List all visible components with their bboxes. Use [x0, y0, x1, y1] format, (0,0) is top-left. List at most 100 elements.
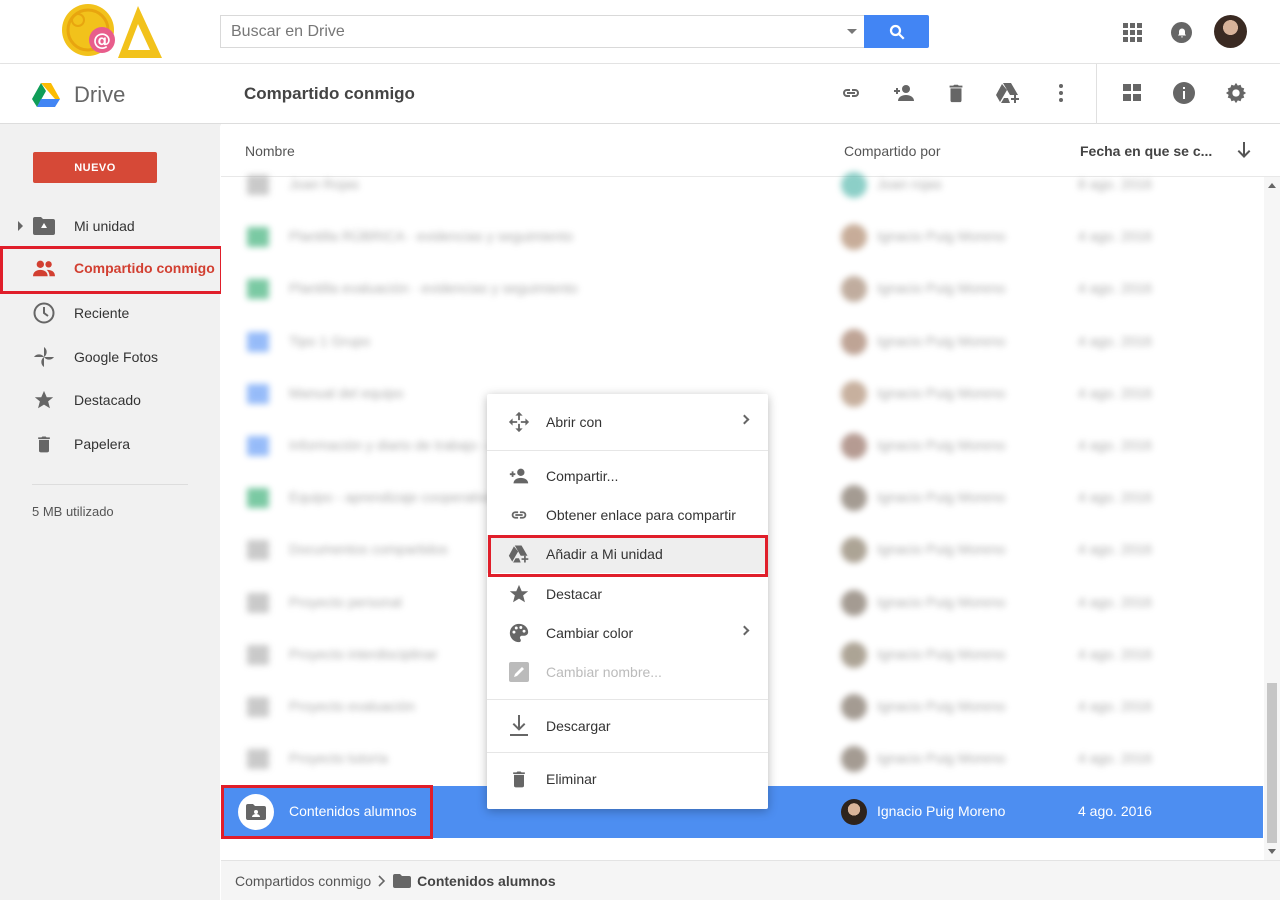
file-date: 4 ago. 2016 — [1078, 437, 1152, 453]
menu-item-delete[interactable]: Eliminar — [487, 760, 768, 798]
storage-usage[interactable]: 5 MB utilizado — [32, 504, 114, 519]
bell-icon[interactable] — [1171, 22, 1192, 43]
trash-icon — [508, 768, 530, 790]
sidebar-item-starred[interactable]: Destacado — [0, 380, 220, 420]
scroll-down-icon[interactable] — [1268, 849, 1276, 854]
owner-avatar — [841, 433, 867, 459]
file-date: 8 ago. 2016 — [1078, 176, 1152, 192]
search-button[interactable] — [864, 15, 929, 48]
menu-item-get-link[interactable]: Obtener enlace para compartir — [487, 496, 768, 534]
owner-avatar — [841, 224, 867, 251]
sidebar-item-trash[interactable]: Papelera — [0, 424, 220, 464]
file-type-icon — [247, 383, 269, 404]
chevron-right-icon — [739, 625, 750, 636]
scroll-up-icon[interactable] — [1268, 183, 1276, 188]
column-shared-by[interactable]: Compartido por — [844, 143, 941, 159]
search-input[interactable]: Buscar en Drive — [220, 15, 865, 48]
table-row[interactable]: Joan Rojas Joan rojas 8 ago. 2016 — [221, 159, 1263, 211]
file-date: 4 ago. 2016 — [1078, 803, 1152, 819]
file-date: 4 ago. 2016 — [1078, 280, 1152, 297]
file-owner: Ignacio Puig Moreno — [877, 280, 1006, 297]
drive-brand[interactable]: Drive — [32, 82, 125, 108]
menu-separator — [487, 752, 768, 753]
link-icon — [508, 504, 530, 526]
file-owner: Ignacio Puig Moreno — [877, 803, 1006, 819]
info-icon[interactable] — [1171, 80, 1197, 106]
trash-icon[interactable] — [943, 80, 969, 106]
more-vert-icon[interactable] — [1048, 80, 1074, 106]
user-avatar[interactable] — [1214, 15, 1247, 48]
scrollbar-thumb[interactable] — [1267, 683, 1277, 843]
apps-grid-icon[interactable] — [1123, 23, 1142, 42]
file-owner: Ignacio Puig Moreno — [877, 698, 1006, 714]
menu-item-share[interactable]: Compartir... — [487, 457, 768, 495]
open-with-icon — [508, 411, 530, 433]
file-name: Proyecto personal — [289, 593, 402, 610]
sidebar-item-label: Mi unidad — [74, 218, 135, 234]
search-placeholder: Buscar en Drive — [231, 22, 345, 40]
file-date: 4 ago. 2016 — [1078, 645, 1152, 662]
table-row[interactable]: Plantilla RÚBRICA · evidencias y seguimi… — [221, 211, 1263, 263]
search-options-chevron-icon[interactable] — [847, 29, 857, 34]
file-date: 4 ago. 2016 — [1078, 541, 1152, 558]
toolbar: Drive Compartido conmigo — [0, 64, 1280, 124]
owner-avatar — [841, 328, 867, 355]
file-type-icon — [247, 279, 269, 300]
add-person-icon[interactable] — [891, 80, 917, 106]
menu-item-label: Abrir con — [546, 414, 603, 430]
file-type-icon — [247, 488, 269, 509]
file-owner: Ignacio Puig Moreno — [877, 332, 1006, 349]
owner-avatar — [841, 799, 867, 825]
menu-item-label: Destacar — [546, 586, 603, 602]
file-name: Tipo 1 Grupo — [289, 332, 371, 349]
drive-logo-icon — [32, 82, 60, 107]
owner-avatar — [841, 537, 867, 564]
menu-item-label: Eliminar — [546, 771, 597, 787]
owner-avatar — [841, 276, 867, 303]
breadcrumb: Compartidos conmigo Contenidos alumnos — [221, 860, 1280, 900]
vertical-scrollbar[interactable] — [1264, 177, 1280, 860]
table-row[interactable]: Tipo 1 Grupo Ignacio Puig Moreno 4 ago. 20… — [221, 316, 1263, 368]
menu-item-star[interactable]: Destacar — [487, 575, 768, 613]
sidebar-item-label: Destacado — [74, 392, 141, 408]
menu-item-open-with[interactable]: Abrir con — [487, 403, 768, 441]
menu-item-label: Obtener enlace para compartir — [546, 507, 736, 523]
add-to-drive-icon[interactable] — [995, 80, 1021, 106]
owner-avatar — [841, 380, 867, 407]
my-drive-icon — [33, 215, 55, 237]
sidebar-item-my-drive[interactable]: Mi unidad — [0, 206, 220, 246]
breadcrumb-current[interactable]: Contenidos alumnos — [417, 873, 555, 889]
table-row[interactable]: Plantilla evaluación · evidencias y segu… — [221, 263, 1263, 315]
new-button[interactable]: NUEVO — [33, 152, 157, 183]
sidebar-item-google-photos[interactable]: Google Fotos — [0, 337, 220, 377]
owner-avatar — [841, 746, 867, 773]
menu-item-rename[interactable]: Cambiar nombre... — [487, 653, 768, 691]
trash-icon — [33, 433, 55, 455]
file-owner: Ignacio Puig Moreno — [877, 489, 1006, 506]
file-type-icon — [247, 175, 269, 195]
file-owner: Ignacio Puig Moreno — [877, 593, 1006, 610]
sort-arrow-down-icon[interactable] — [1237, 142, 1251, 158]
add-person-icon — [508, 465, 530, 487]
grid-view-icon[interactable] — [1119, 80, 1145, 106]
file-date: 4 ago. 2016 — [1078, 384, 1152, 401]
column-name[interactable]: Nombre — [245, 143, 295, 159]
menu-item-change-color[interactable]: Cambiar color — [487, 614, 768, 652]
column-date[interactable]: Fecha en que se c... — [1080, 143, 1212, 159]
settings-icon[interactable] — [1223, 80, 1249, 106]
file-owner: Ignacio Puig Moreno — [877, 541, 1006, 558]
file-date: 4 ago. 2016 — [1078, 698, 1152, 714]
sidebar-item-recent[interactable]: Reciente — [0, 293, 220, 333]
expand-arrow-icon[interactable] — [18, 221, 23, 231]
link-icon[interactable] — [838, 80, 864, 106]
file-date: 4 ago. 2016 — [1078, 750, 1152, 767]
owner-avatar — [841, 172, 867, 198]
menu-item-download[interactable]: Descargar — [487, 707, 768, 745]
clock-icon — [33, 302, 55, 324]
file-owner: Ignacio Puig Moreno — [877, 228, 1006, 245]
owner-avatar — [841, 589, 867, 616]
star-icon — [508, 583, 530, 605]
breadcrumb-root[interactable]: Compartidos conmigo — [235, 873, 371, 889]
file-type-icon — [247, 644, 269, 665]
file-name: Manual del equipo — [289, 384, 404, 401]
